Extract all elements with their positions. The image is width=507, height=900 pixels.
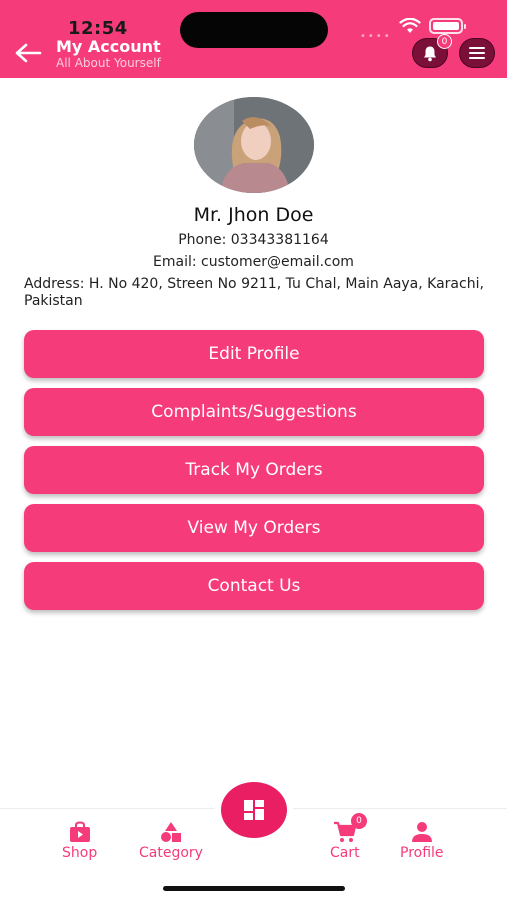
nav-shop[interactable]: Shop [62,821,97,861]
complaints-suggestions-button[interactable]: Complaints/Suggestions [24,388,484,436]
customer-phone: Phone: 03343381164 [178,232,329,248]
bell-icon [424,46,436,61]
avatar-photo [194,97,314,193]
notification-count-badge: 0 [437,34,452,49]
app-header: 12:54 •••• My Account All About Yourself… [0,0,507,78]
profile-avatar [194,97,314,193]
wifi-icon [399,18,421,33]
home-indicator [163,886,345,891]
shopping-bag-icon [69,821,90,842]
customer-email: Email: customer@email.com [153,254,354,270]
view-orders-button[interactable]: View My Orders [24,504,484,552]
menu-button[interactable] [459,38,495,68]
person-icon [411,822,432,842]
page-subtitle: All About Yourself [56,56,161,70]
customer-address: Address: H. No 420, Streen No 9211, Tu C… [24,276,484,309]
nav-cart-label: Cart [330,845,360,861]
account-actions: Edit Profile Complaints/Suggestions Trac… [24,330,484,620]
edit-profile-button[interactable]: Edit Profile [24,330,484,378]
battery-icon [429,18,466,34]
cart-count-badge: 0 [351,813,367,829]
customer-name: Mr. Jhon Doe [193,204,314,226]
nav-profile[interactable]: Profile [400,821,444,861]
nav-category-label: Category [139,845,203,861]
page-title: My Account [56,37,161,56]
nav-category[interactable]: Category [139,821,203,861]
contact-us-button[interactable]: Contact Us [24,562,484,610]
my-account-screen: 12:54 •••• My Account All About Yourself… [0,0,507,900]
nav-shop-label: Shop [62,845,98,861]
track-orders-button[interactable]: Track My Orders [24,446,484,494]
camera-notch [180,12,328,48]
nav-profile-label: Profile [400,845,444,861]
home-grid-button[interactable] [221,782,287,838]
hamburger-menu-icon [469,47,485,59]
status-time: 12:54 [68,18,128,39]
grid-icon [244,800,264,820]
signal-dots-icon: •••• [360,31,392,42]
back-arrow-icon[interactable] [14,42,42,64]
category-shapes-icon [160,822,181,842]
status-icons [399,18,466,34]
